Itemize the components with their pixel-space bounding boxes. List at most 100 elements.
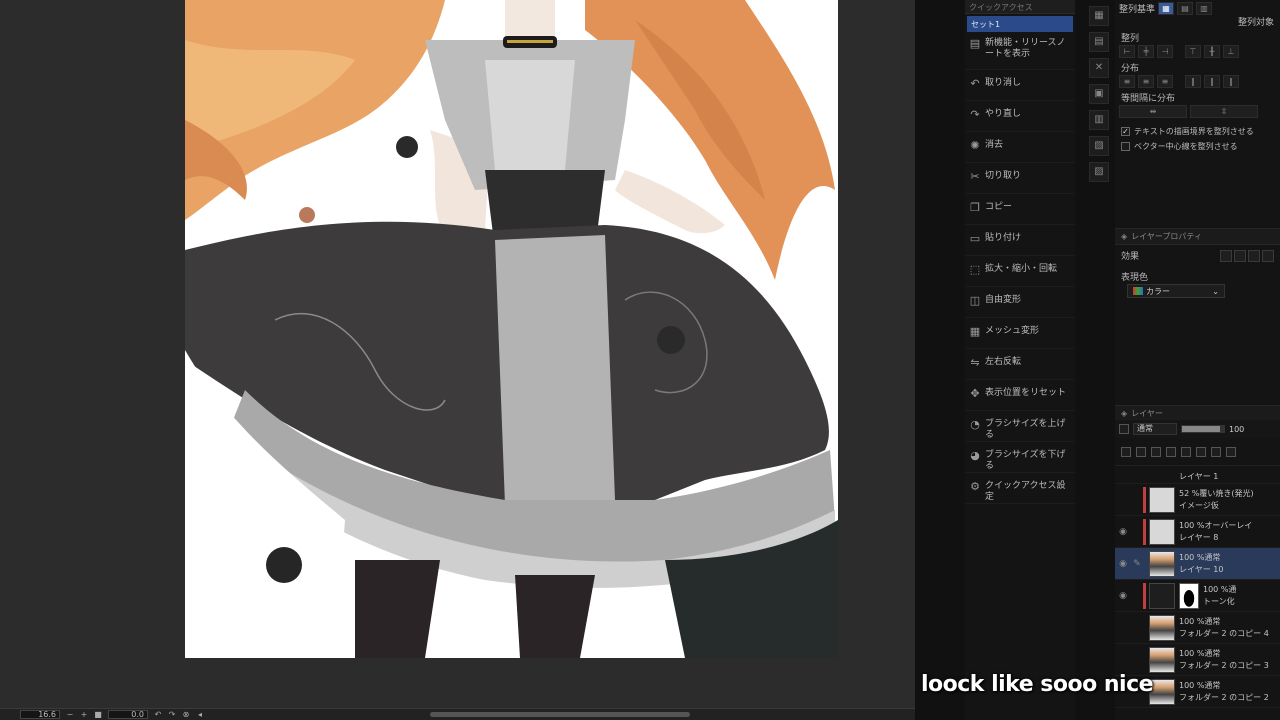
quick-access-item[interactable]: ◔ ブラシサイズを上げる (965, 411, 1075, 442)
layer-row[interactable]: ◉ ✎ 100 %通常 レイヤー 10 (1115, 548, 1280, 580)
align-vcenter-icon[interactable]: ╫ (1204, 45, 1220, 58)
horizontal-scrollbar[interactable] (430, 712, 690, 717)
effect-color-icon[interactable] (1248, 249, 1260, 262)
layer-panel-title[interactable]: レイヤー (1131, 408, 1163, 419)
panel-icon-3[interactable]: ✕ (1089, 58, 1109, 78)
quick-access-item[interactable]: ◕ ブラシサイズを下げる (965, 442, 1075, 473)
fit-icon[interactable]: ■ (94, 710, 102, 719)
panel-icon-4[interactable]: ▣ (1089, 84, 1109, 104)
layer-mask-thumbnail[interactable] (1179, 582, 1199, 609)
layer-menu-icon[interactable] (1121, 446, 1131, 457)
new-vector-icon[interactable] (1151, 446, 1161, 457)
quick-access-item-label: 貼り付け (985, 233, 1022, 243)
distribute-6-icon[interactable]: ‖ (1223, 75, 1239, 88)
mask-icon[interactable] (1181, 446, 1191, 457)
check-vector-center-box[interactable] (1121, 142, 1130, 151)
layer-lock-icon[interactable] (1119, 424, 1129, 434)
canvas-area[interactable] (0, 0, 915, 710)
check-text-bounds[interactable]: ✓ テキストの描画境界を整列させる (1115, 124, 1280, 139)
spacing-vertical-icon[interactable]: ⇳ (1190, 105, 1258, 118)
panel-icon-7[interactable]: ▨ (1089, 162, 1109, 182)
flip-view-icon[interactable]: ◂ (196, 710, 204, 719)
quick-access-set-tab[interactable]: セット1 (967, 16, 1073, 32)
eye-icon[interactable]: ◉ (1115, 591, 1131, 601)
align-hcenter-icon[interactable]: ╪ (1138, 45, 1154, 58)
quick-access-item[interactable]: ✂ 切り取り (965, 163, 1075, 194)
layer-row[interactable]: ◉ 100 %通 トーン化 (1115, 580, 1280, 612)
panel-icon-6[interactable]: ▧ (1089, 136, 1109, 156)
rotate-left-icon[interactable]: ↶ (154, 710, 162, 719)
panel-icon-1[interactable]: ▦ (1089, 6, 1109, 26)
align-reference-canvas-icon[interactable]: ▥ (1196, 2, 1213, 15)
check-text-bounds-box[interactable]: ✓ (1121, 127, 1130, 136)
artwork-illustration[interactable] (185, 0, 838, 658)
quick-access-item[interactable]: ✺ 消去 (965, 132, 1075, 163)
rotate-right-icon[interactable]: ↷ (168, 710, 176, 719)
new-folder-icon[interactable] (1166, 446, 1176, 457)
blend-mode-select[interactable]: 通常 (1133, 423, 1177, 435)
transform-icon: ⬚ (969, 263, 981, 276)
delete-layer-icon[interactable] (1211, 446, 1221, 457)
layer-property-title[interactable]: レイヤープロパティ (1131, 231, 1202, 242)
reset-rotation-icon[interactable]: ⊗ (182, 710, 190, 719)
align-left-icon[interactable]: ⊢ (1119, 45, 1135, 58)
layer-text: 100 %通 トーン化 (1203, 584, 1236, 608)
effect-border-icon[interactable] (1220, 249, 1232, 262)
quick-access-item[interactable]: ↷ やり直し (965, 101, 1075, 132)
quick-access-item[interactable]: ✥ 表示位置をリセット (965, 380, 1075, 411)
opacity-value[interactable]: 100 (1229, 425, 1244, 434)
quick-access-item-label: メッシュ変形 (985, 326, 1040, 336)
zoom-field[interactable]: 16.6 (20, 710, 60, 719)
distribute-2-icon[interactable]: ≡ (1138, 75, 1154, 88)
distribute-3-icon[interactable]: ≡ (1157, 75, 1173, 88)
brush-down-icon: ◕ (970, 449, 980, 462)
layer-color-icon[interactable] (1226, 446, 1236, 457)
effect-more-icon[interactable] (1262, 249, 1274, 262)
illustration-svg (185, 0, 838, 658)
rotation-field[interactable]: 0.0 (108, 710, 148, 719)
quick-access-item[interactable]: ▭ 貼り付け (965, 225, 1075, 256)
layer-row[interactable]: ◉ 100 %オーバーレイ レイヤー 8 (1115, 516, 1280, 548)
panel-icon-2[interactable]: ▤ (1089, 32, 1109, 52)
quick-access-item-label: 消去 (985, 140, 1004, 150)
reset-view-icon: ✥ (970, 387, 980, 400)
opacity-slider[interactable] (1181, 425, 1225, 433)
layer-thumbnail (1149, 614, 1175, 641)
quick-access-item[interactable]: ↶ 取り消し (965, 70, 1075, 101)
eye-icon[interactable]: ◉ (1115, 527, 1131, 537)
effect-tone-icon[interactable] (1234, 249, 1246, 262)
spacing-horizontal-icon[interactable]: ⇹ (1119, 105, 1187, 118)
chevron-down-icon: ⌄ (1212, 286, 1219, 296)
erase-icon: ✺ (970, 139, 980, 152)
align-bottom-icon[interactable]: ⊥ (1223, 45, 1239, 58)
quick-access-item[interactable]: ▦ メッシュ変形 (965, 318, 1075, 349)
eye-icon[interactable]: ◉ (1115, 559, 1131, 569)
panel-icon-5[interactable]: ▥ (1089, 110, 1109, 130)
align-right-icon[interactable]: ⊣ (1157, 45, 1173, 58)
quick-access-item-label: クイックアクセス設定 (985, 481, 1066, 502)
zoom-out-icon[interactable]: − (66, 710, 74, 719)
scissors-icon: ✂ (970, 170, 980, 183)
distribute-4-icon[interactable]: ‖ (1185, 75, 1201, 88)
quick-access-item[interactable]: ⇋ 左右反転 (965, 349, 1075, 380)
quick-access-item[interactable]: ◫ 自由変形 (965, 287, 1075, 318)
quick-access-item[interactable]: ⬚ 拡大・縮小・回転 (965, 256, 1075, 287)
distribute-5-icon[interactable]: ‖ (1204, 75, 1220, 88)
layer-row[interactable]: レイヤー 1 (1115, 470, 1280, 484)
quick-access-item[interactable]: ▤ 新機能・リリースノートを表示 (965, 34, 1075, 70)
check-vector-center[interactable]: ベクター中心線を整列させる (1115, 139, 1280, 154)
quick-access-item[interactable]: ❐ コピー (965, 194, 1075, 225)
merge-icon[interactable] (1196, 446, 1206, 457)
layer-mode-label: 100 %通常 (1179, 552, 1221, 562)
zoom-in-icon[interactable]: + (80, 710, 88, 719)
express-color-select[interactable]: カラー ⌄ (1127, 284, 1225, 298)
align-reference-selection-icon[interactable]: ▦ (1158, 2, 1175, 15)
layer-row[interactable]: 100 %通常 フォルダー 2 のコピー 4 (1115, 612, 1280, 644)
quick-access-item-label: 拡大・縮小・回転 (985, 264, 1058, 274)
align-reference-layer-icon[interactable]: ▤ (1177, 2, 1194, 15)
quick-access-item[interactable]: ⚙ クイックアクセス設定 (965, 473, 1075, 504)
new-raster-icon[interactable] (1136, 446, 1146, 457)
distribute-1-icon[interactable]: ≡ (1119, 75, 1135, 88)
align-top-icon[interactable]: ⊤ (1185, 45, 1201, 58)
layer-row[interactable]: 52 %覆い焼き(発光) イメージ仮 (1115, 484, 1280, 516)
